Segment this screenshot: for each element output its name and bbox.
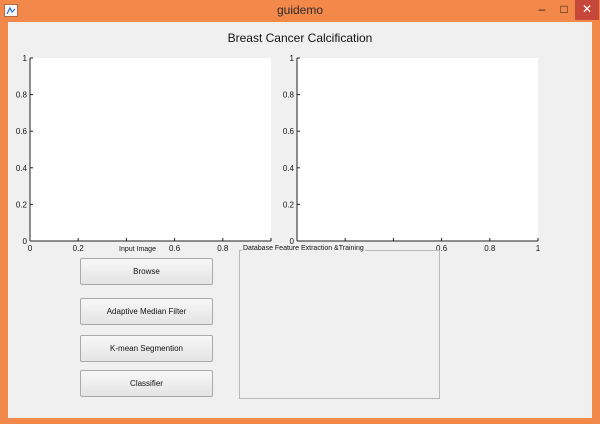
kmean-segmention-button[interactable]: K-mean Segmention (80, 335, 213, 362)
database-feature-panel (239, 250, 440, 399)
figure-window: guidemo – □ ✕ Breast Cancer Calcificatio… (0, 0, 600, 424)
minimize-button[interactable]: – (530, 0, 554, 20)
window-title: guidemo (276, 3, 324, 17)
input-image-label: Input Image (118, 246, 157, 253)
adaptive-median-filter-button[interactable]: Adaptive Median Filter (80, 298, 213, 325)
axes_left-y-tick-label: 1 (23, 54, 28, 63)
title-bar[interactable]: guidemo – □ ✕ (0, 0, 600, 22)
axes_right-y-tick-label: 0.6 (283, 127, 295, 136)
axes_left-y-tick-label: 0.8 (16, 91, 28, 100)
axes_right-y-tick-label: 1 (290, 54, 295, 63)
maximize-button[interactable]: □ (553, 0, 575, 20)
axes_left-y-tick-label: 0.2 (16, 200, 28, 209)
window-bottom-border (0, 418, 600, 424)
axes_right-y-tick-label: 0.2 (283, 200, 295, 209)
figure-client-area: Breast Cancer Calcification 1 0.8 0.6 0.4 0.… (8, 22, 592, 418)
axes_left-x-tick-label: 0.2 (73, 244, 85, 253)
axes_left-x-tick-label: 0 (28, 244, 33, 253)
browse-button[interactable]: Browse (80, 258, 213, 285)
classifier-button[interactable]: Classifier (80, 370, 213, 397)
axes_left-y-tick-label: 0.4 (16, 164, 28, 173)
axes_left-y-tick-label: 0.6 (16, 127, 28, 136)
axes_right-x-tick-label: 0.8 (484, 244, 496, 253)
right-axes-plot-area[interactable] (297, 58, 538, 241)
close-button[interactable]: ✕ (575, 0, 599, 20)
axes_right-x-tick-label: 1 (536, 244, 541, 253)
panel-title: Database Feature Extraction &Training (242, 245, 365, 252)
left-axes-plot-area[interactable] (30, 58, 271, 241)
axes-container: 10.80.60.40.200 0.2 0.6 0.8 10.80.60.40.200… (16, 54, 541, 253)
axes_right-y-tick-label: 0.4 (283, 164, 295, 173)
axes_left-x-tick-label: 0.6 (169, 244, 181, 253)
axes_right-y-tick-label: 0.8 (283, 91, 295, 100)
axes_left-x-tick-label: 0.8 (217, 244, 229, 253)
